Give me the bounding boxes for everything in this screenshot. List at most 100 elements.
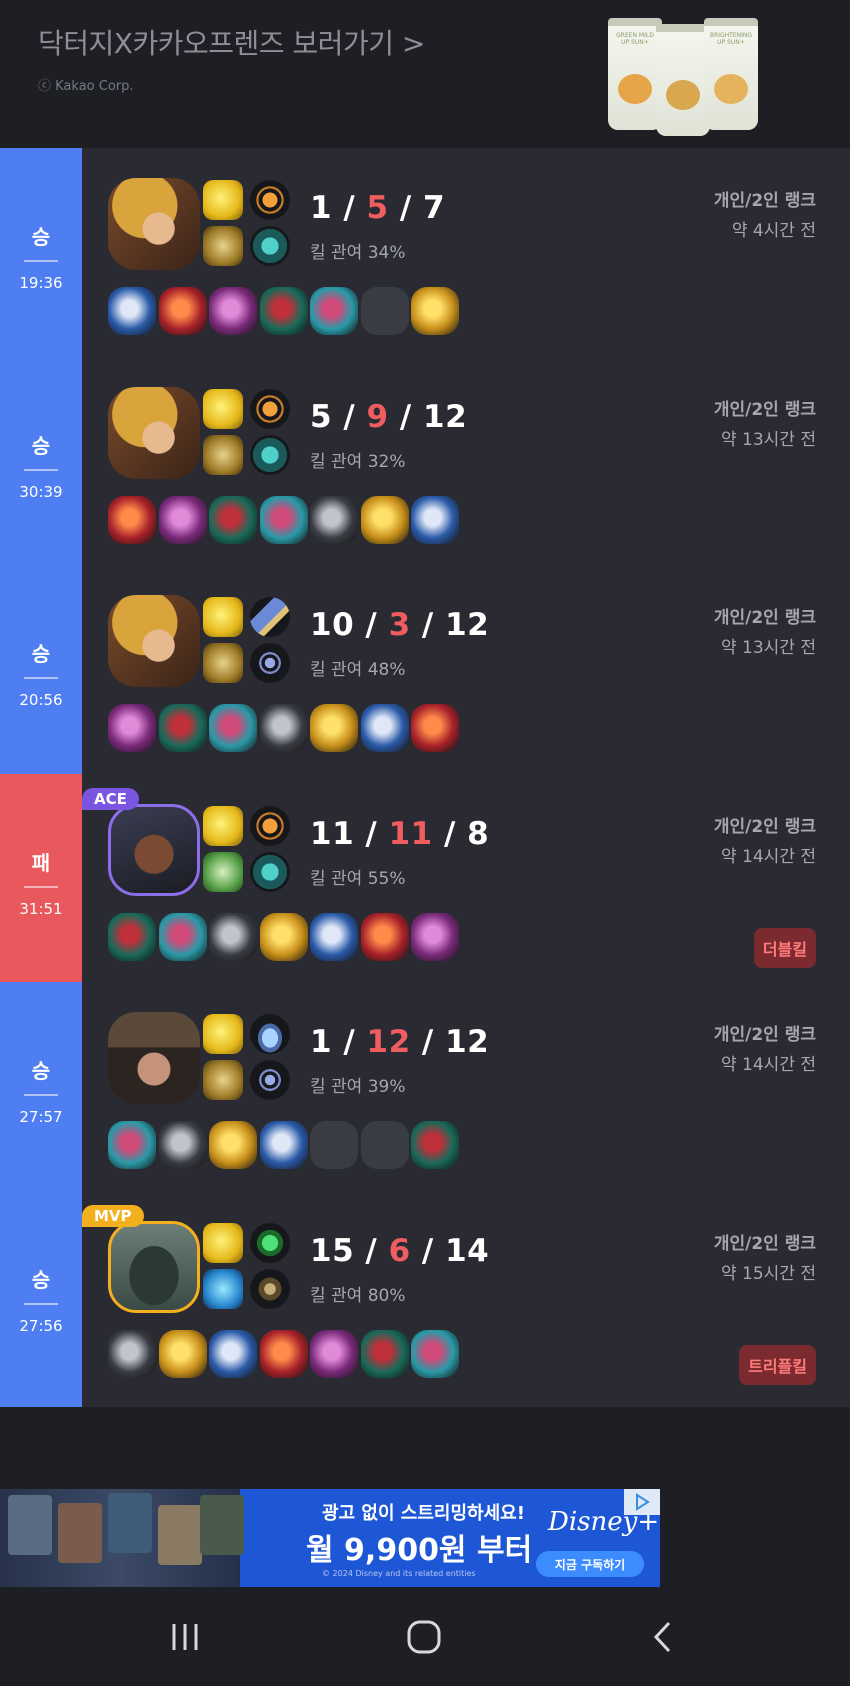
- sorcery-rune-icon[interactable]: [250, 852, 290, 892]
- system-navigation-bar: [0, 1588, 850, 1686]
- item-icon[interactable]: [209, 496, 257, 544]
- item-icon[interactable]: [259, 1121, 308, 1169]
- press-attack-rune-icon[interactable]: [250, 597, 290, 637]
- kills-count: 1: [310, 1024, 333, 1060]
- champion-portrait-icon[interactable]: [108, 1012, 200, 1104]
- ghost-spell-icon[interactable]: [203, 643, 243, 683]
- back-icon[interactable]: [638, 1612, 688, 1662]
- deaths-count: 5: [366, 190, 389, 226]
- kda-separator: /: [332, 1024, 367, 1060]
- first-strike-rune-icon[interactable]: [250, 1014, 290, 1054]
- item-icon[interactable]: [209, 1121, 257, 1169]
- trinket-icon[interactable]: [411, 1121, 459, 1169]
- match-card[interactable]: 승 19:36 1 / 5 / 7 킬 관여 34% 개인/2인 랭크 약 4시간 전: [0, 148, 850, 364]
- match-card[interactable]: 승 30:39 5 / 9 / 12 킬 관여 32% 개인/2인 랭크 약 13시간 전: [0, 357, 850, 573]
- item-icon[interactable]: [310, 704, 358, 752]
- kda-score: 1 / 12 / 12: [310, 1024, 489, 1060]
- item-icon[interactable]: [360, 913, 409, 961]
- ad-subscribe-button[interactable]: 지금 구독하기: [536, 1551, 644, 1577]
- resolve-rune-icon[interactable]: [250, 1223, 290, 1263]
- champion-portrait-icon[interactable]: [108, 1221, 200, 1313]
- trinket-icon[interactable]: [411, 496, 459, 544]
- promo-banner[interactable]: 닥터지X카카오프렌즈 보러가기 > ⓒ Kakao Corp. GREEN MI…: [0, 0, 850, 138]
- item-icon[interactable]: [158, 287, 207, 335]
- item-icon[interactable]: [259, 913, 308, 961]
- item-icon[interactable]: [259, 1330, 308, 1378]
- ghost-spell-icon[interactable]: [203, 1060, 243, 1100]
- flash-spell-icon[interactable]: [203, 389, 243, 429]
- sorcery-rune-icon[interactable]: [250, 435, 290, 475]
- ghost-spell-icon[interactable]: [203, 435, 243, 475]
- item-icon[interactable]: [108, 1121, 156, 1169]
- trinket-icon[interactable]: [411, 287, 459, 335]
- heal-spell-icon[interactable]: [203, 852, 243, 892]
- match-result: 승 30:39: [0, 357, 82, 573]
- adchoices-icon[interactable]: [624, 1489, 660, 1515]
- conqueror-rune-icon[interactable]: [250, 389, 290, 429]
- item-icon[interactable]: [108, 913, 156, 961]
- inspiration-rune-icon[interactable]: [250, 643, 290, 683]
- kill-participation: 킬 관여 39%: [310, 1077, 406, 1097]
- match-card[interactable]: 승 27:57 1 / 12 / 12 킬 관여 39% 개인/2인 랭크 약 14시간 …: [0, 982, 850, 1198]
- item-icon[interactable]: [310, 496, 358, 544]
- trinket-icon[interactable]: [411, 913, 459, 961]
- item-icon[interactable]: [360, 1330, 409, 1378]
- match-card[interactable]: 패 31:51 ACE 11 / 11 / 8 킬 관여 55% 개인/2인 랭크 약 14…: [0, 774, 850, 990]
- flash-spell-icon[interactable]: [203, 806, 243, 846]
- item-icon[interactable]: [310, 913, 358, 961]
- result-divider: [24, 468, 58, 471]
- recent-apps-icon[interactable]: [160, 1612, 210, 1662]
- item-icon[interactable]: [360, 496, 409, 544]
- item-icon[interactable]: [108, 1330, 156, 1378]
- item-icon[interactable]: [108, 496, 156, 544]
- time-ago: 약 13시간 전: [721, 638, 816, 658]
- item-icon[interactable]: [209, 287, 257, 335]
- item-icon[interactable]: [108, 704, 156, 752]
- domination-rune-icon[interactable]: [250, 1269, 290, 1309]
- item-icon[interactable]: [360, 704, 409, 752]
- champion-portrait-icon[interactable]: [108, 804, 200, 896]
- disney-plus-ad[interactable]: 광고 없이 스트리밍하세요! 월 9,900원 부터 © 2024 Disney…: [0, 1489, 660, 1587]
- flash-spell-icon[interactable]: [203, 180, 243, 220]
- conqueror-rune-icon[interactable]: [250, 180, 290, 220]
- item-icon[interactable]: [209, 1330, 257, 1378]
- champion-portrait-icon[interactable]: [108, 387, 200, 479]
- sorcery-rune-icon[interactable]: [250, 226, 290, 266]
- kda-score: 11 / 11 / 8: [310, 816, 489, 852]
- flash-spell-icon[interactable]: [203, 1014, 243, 1054]
- item-icon[interactable]: [209, 913, 257, 961]
- match-card[interactable]: 승 20:56 10 / 3 / 12 킬 관여 48% 개인/2인 랭크 약 13시간 …: [0, 565, 850, 781]
- item-icon[interactable]: [158, 913, 207, 961]
- kda-separator: /: [410, 1024, 446, 1060]
- item-icon[interactable]: [158, 1121, 207, 1169]
- champion-portrait-icon[interactable]: [108, 595, 200, 687]
- item-icon[interactable]: [158, 496, 207, 544]
- match-card[interactable]: 승 27:56 MVP 15 / 6 / 14 킬 관여 80% 개인/2인 랭크 약 15…: [0, 1191, 850, 1407]
- item-icon[interactable]: [158, 1330, 207, 1378]
- item-icon[interactable]: [310, 287, 358, 335]
- item-icon[interactable]: [310, 1330, 358, 1378]
- item-icon[interactable]: [259, 287, 308, 335]
- result-label: 승: [31, 1058, 51, 1083]
- trinket-icon[interactable]: [411, 704, 459, 752]
- ghost-spell-icon[interactable]: [203, 226, 243, 266]
- time-ago: 약 4시간 전: [731, 221, 816, 241]
- inspiration-rune-icon[interactable]: [250, 1060, 290, 1100]
- product-tube: BRIGHTENING UP SUN+: [704, 18, 758, 130]
- cleanse-spell-icon[interactable]: [203, 1269, 243, 1309]
- conqueror-rune-icon[interactable]: [250, 806, 290, 846]
- item-icon[interactable]: [108, 287, 156, 335]
- flash-spell-icon[interactable]: [203, 597, 243, 637]
- item-icon[interactable]: [259, 704, 308, 752]
- home-icon[interactable]: [399, 1612, 449, 1662]
- kda-score: 15 / 6 / 14: [310, 1233, 489, 1269]
- result-label: 승: [31, 1267, 51, 1292]
- item-icon[interactable]: [158, 704, 207, 752]
- champion-portrait-icon[interactable]: [108, 178, 200, 270]
- banner-title[interactable]: 닥터지X카카오프렌즈 보러가기 >: [38, 22, 425, 62]
- trinket-icon[interactable]: [411, 1330, 459, 1378]
- item-icon[interactable]: [209, 704, 257, 752]
- flash-spell-icon[interactable]: [203, 1223, 243, 1263]
- match-result: 승 20:56: [0, 565, 82, 781]
- item-icon[interactable]: [259, 496, 308, 544]
